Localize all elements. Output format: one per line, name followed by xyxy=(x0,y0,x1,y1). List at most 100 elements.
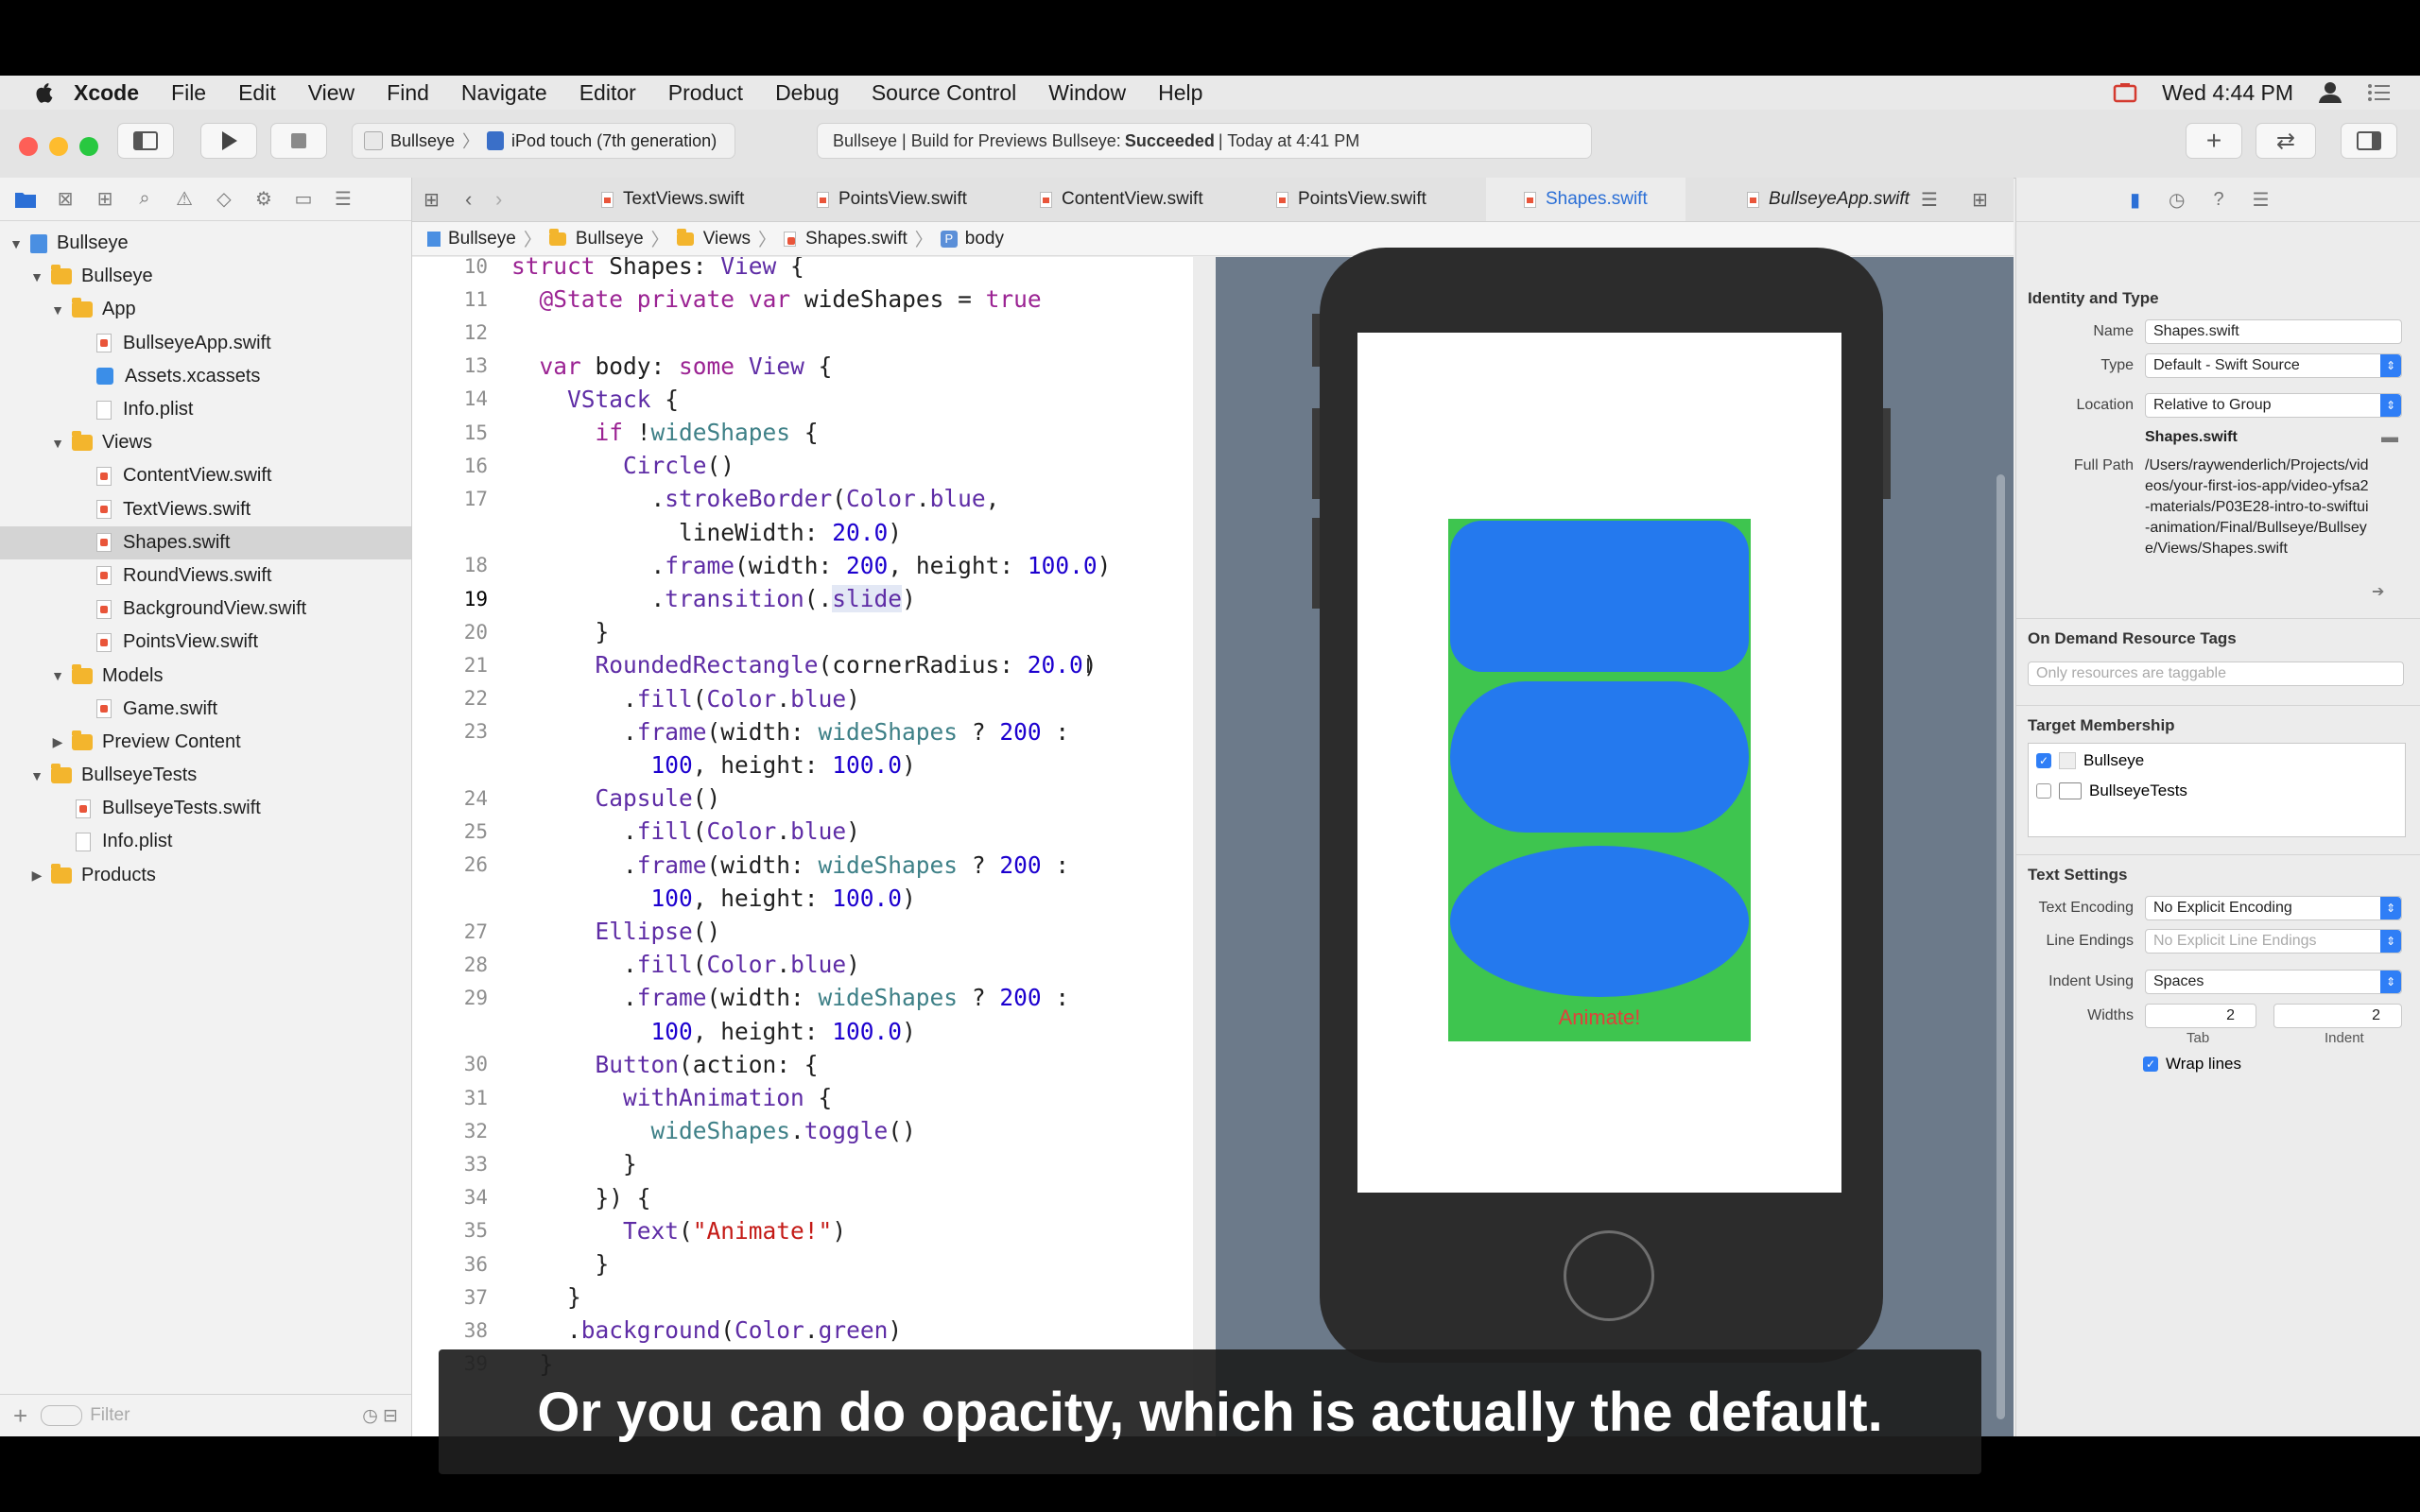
type-popup[interactable]: Default - Swift Source ⇕ xyxy=(2145,353,2402,378)
code-line[interactable]: 19 .transition(.slide) xyxy=(412,582,1193,615)
checkbox-checked[interactable]: ✓ xyxy=(2143,1057,2158,1072)
jump-bar-item[interactable]: Bullseye xyxy=(576,229,644,249)
menu-source-control[interactable]: Source Control xyxy=(872,80,1016,106)
disclosure-open-icon[interactable]: ▼ xyxy=(49,668,66,683)
tree-item-group-bullseyetests[interactable]: ▼ BullseyeTests xyxy=(0,759,411,792)
recent-files-icon[interactable]: ◷ ⊟ xyxy=(362,1405,398,1427)
toggle-navigator-button[interactable] xyxy=(117,123,174,159)
report-icon[interactable]: ☰ xyxy=(331,189,355,210)
disclosure-open-icon[interactable]: ▼ xyxy=(8,236,25,251)
tree-item-file[interactable]: ContentView.swift xyxy=(0,459,411,492)
target-row[interactable]: ✓ Bullseye xyxy=(2036,751,2144,770)
test-navigator-icon[interactable]: ◇ xyxy=(212,189,236,210)
disclosure-closed-icon[interactable]: ▶ xyxy=(28,868,45,884)
menu-window[interactable]: Window xyxy=(1048,80,1126,106)
tab-contentview[interactable]: ContentView.swift xyxy=(1040,178,1203,221)
forward-arrow-icon[interactable]: › xyxy=(495,187,502,212)
apple-icon[interactable] xyxy=(34,82,53,103)
tree-item-project[interactable]: ▼ Bullseye xyxy=(0,227,411,260)
code-line[interactable]: 32 wideShapes.toggle() xyxy=(412,1114,1193,1147)
menu-xcode[interactable]: Xcode xyxy=(74,80,139,106)
library-button[interactable]: + xyxy=(2186,123,2242,159)
checkbox-unchecked[interactable] xyxy=(2036,783,2051,799)
code-line[interactable]: 36 } xyxy=(412,1247,1193,1280)
tree-item-file[interactable]: Info.plist xyxy=(0,825,411,858)
code-line[interactable]: 28 .fill(Color.blue) xyxy=(412,948,1193,981)
folder-icon[interactable]: ▬ xyxy=(2381,427,2398,447)
code-line[interactable]: 21 RoundedRectangle(cornerRadius: 20.0) xyxy=(412,648,1193,681)
tree-item-file[interactable]: PointsView.swift xyxy=(0,626,411,659)
breakpoint-icon[interactable]: ▭ xyxy=(291,189,316,210)
search-icon[interactable]: ⌕ xyxy=(132,188,157,210)
tree-item-file[interactable]: TextViews.swift xyxy=(0,493,411,526)
canvas-scrollbar[interactable] xyxy=(1996,474,2005,1419)
tree-item-group-bullseye[interactable]: ▼ Bullseye xyxy=(0,260,411,293)
code-line[interactable]: 30 Button(action: { xyxy=(412,1048,1193,1081)
disclosure-open-icon[interactable]: ▼ xyxy=(28,768,45,783)
tab-shapes[interactable]: Shapes.swift xyxy=(1486,178,1685,221)
indent-width-stepper[interactable]: 2 xyxy=(2273,1004,2402,1028)
tab-pointsview[interactable]: PointsView.swift xyxy=(817,178,967,221)
menu-view[interactable]: View xyxy=(308,80,354,106)
wrap-lines-row[interactable]: ✓ Wrap lines xyxy=(2143,1055,2241,1074)
scheme-selector[interactable]: Bullseye 〉 iPod touch (7th generation) xyxy=(352,123,735,159)
code-line[interactable]: 16 Circle() xyxy=(412,449,1193,482)
stop-button[interactable] xyxy=(270,123,327,159)
preview-canvas[interactable]: Animate! xyxy=(1216,248,2014,1436)
screen-record-icon[interactable] xyxy=(2113,82,2137,103)
tree-item-group-models[interactable]: ▼ Models xyxy=(0,659,411,692)
menu-editor[interactable]: Editor xyxy=(579,80,636,106)
code-review-button[interactable]: ⇄ xyxy=(2256,123,2316,159)
code-line[interactable]: 24 Capsule() xyxy=(412,782,1193,815)
back-arrow-icon[interactable]: ‹ xyxy=(465,187,472,212)
tree-item-file[interactable]: Game.swift xyxy=(0,693,411,726)
tree-item-file[interactable]: Assets.xcassets xyxy=(0,360,411,393)
code-line[interactable]: lineWidth: 20.0) xyxy=(412,516,1193,549)
tab-pointsview-2[interactable]: PointsView.swift xyxy=(1276,178,1426,221)
disclosure-open-icon[interactable]: ▼ xyxy=(28,269,45,284)
tab-textviews[interactable]: TextViews.swift xyxy=(601,178,744,221)
jump-bar-item[interactable]: body xyxy=(965,229,1004,249)
warning-icon[interactable]: ⚠ xyxy=(172,189,197,210)
code-line[interactable]: 18 .frame(width: 200, height: 100.0) xyxy=(412,549,1193,582)
filter-options-icon[interactable] xyxy=(41,1405,83,1426)
code-line[interactable]: 34 }) { xyxy=(412,1181,1193,1214)
disclosure-open-icon[interactable]: ▼ xyxy=(49,302,66,318)
tree-item-file[interactable]: BullseyeApp.swift xyxy=(0,327,411,360)
indent-using-popup[interactable]: Spaces ⇕ xyxy=(2145,970,2402,994)
menu-file[interactable]: File xyxy=(171,80,206,106)
menu-navigate[interactable]: Navigate xyxy=(461,80,547,106)
location-popup[interactable]: Relative to Group ⇕ xyxy=(2145,393,2402,418)
code-line[interactable]: 100, height: 100.0) xyxy=(412,748,1193,782)
code-line[interactable]: 26 .frame(width: wideShapes ? 200 : xyxy=(412,849,1193,882)
tree-item-group-app[interactable]: ▼ App xyxy=(0,293,411,326)
list-icon[interactable] xyxy=(2367,82,2392,103)
code-line[interactable]: 31 withAnimation { xyxy=(412,1081,1193,1114)
line-endings-popup[interactable]: No Explicit Line Endings ⇕ xyxy=(2145,929,2402,954)
minimize-window-button[interactable] xyxy=(49,137,68,156)
reveal-in-finder-icon[interactable]: ➔ xyxy=(2372,582,2384,601)
code-line[interactable]: 100, height: 100.0) xyxy=(412,882,1193,915)
animate-button[interactable]: Animate! xyxy=(1448,1005,1751,1030)
name-field[interactable]: Shapes.swift xyxy=(2145,319,2402,344)
tree-item-file[interactable]: RoundViews.swift xyxy=(0,559,411,593)
menu-debug[interactable]: Debug xyxy=(775,80,839,106)
close-window-button[interactable] xyxy=(19,137,38,156)
disclosure-open-icon[interactable]: ▼ xyxy=(49,436,66,451)
code-line[interactable]: 12 xyxy=(412,316,1193,349)
grid-icon[interactable]: ⊞ xyxy=(424,188,440,212)
tree-item-file[interactable]: BullseyeTests.swift xyxy=(0,792,411,825)
add-file-icon[interactable]: + xyxy=(13,1401,27,1431)
zoom-window-button[interactable] xyxy=(79,137,98,156)
code-line[interactable]: 35 Text("Animate!") xyxy=(412,1214,1193,1247)
user-icon[interactable] xyxy=(2318,81,2342,104)
code-line[interactable]: 23 .frame(width: wideShapes ? 200 : xyxy=(412,715,1193,748)
disclosure-closed-icon[interactable]: ▶ xyxy=(49,734,66,750)
code-line[interactable]: 37 } xyxy=(412,1280,1193,1314)
target-row[interactable]: BullseyeTests xyxy=(2036,782,2187,800)
jump-bar-item[interactable]: Views xyxy=(703,229,751,249)
code-line[interactable]: 33 } xyxy=(412,1147,1193,1180)
tree-item-group-views[interactable]: ▼ Views xyxy=(0,426,411,459)
code-line[interactable]: 14 VStack { xyxy=(412,383,1193,416)
code-line[interactable]: 38 .background(Color.green) xyxy=(412,1314,1193,1347)
